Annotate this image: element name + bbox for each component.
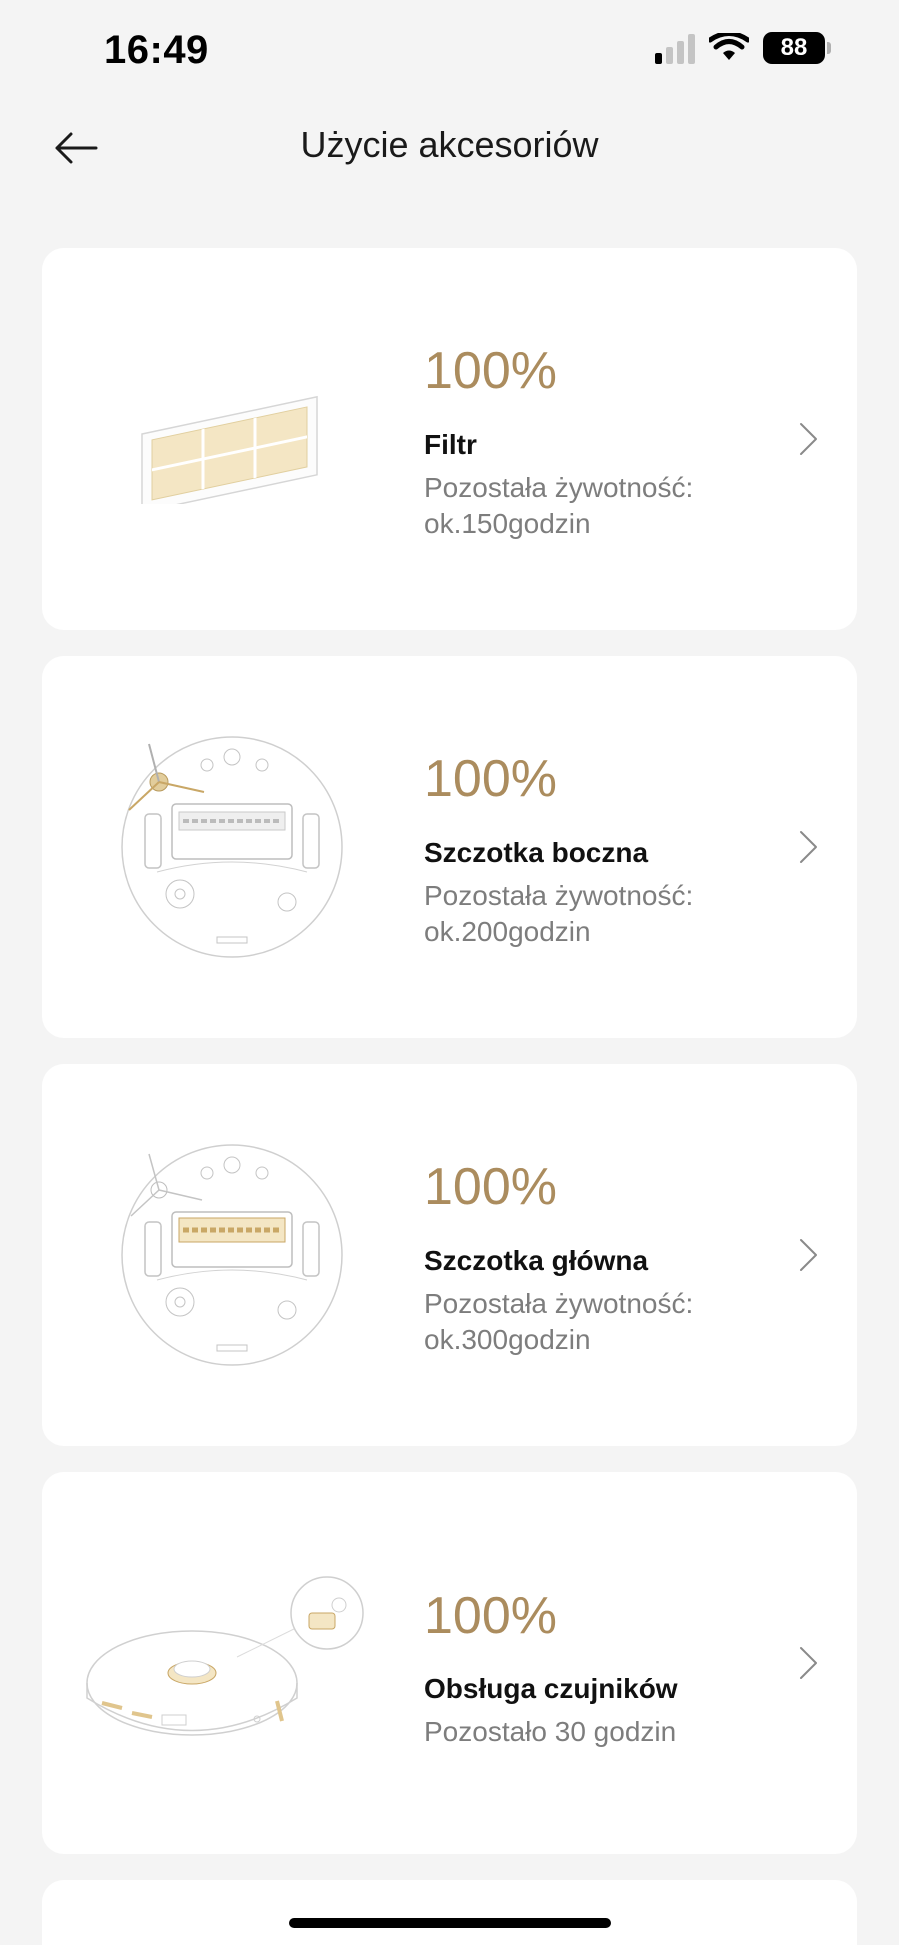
accessory-name: Filtr: [424, 429, 477, 460]
wifi-icon: [709, 33, 749, 60]
accessory-card-side-brush[interactable]: 100% Szczotka boczna Pozostała żywotność…: [42, 656, 857, 1038]
accessory-card-sensors[interactable]: 100% Obsługa czujników Pozostało 30 godz…: [42, 1472, 857, 1854]
nav-bar: Użycie akcesoriów: [0, 100, 899, 196]
accessory-name: Obsługa czujników: [424, 1673, 678, 1704]
accessory-percent: 100%: [424, 342, 557, 400]
filter-image: [82, 303, 382, 575]
accessory-remaining: Pozostała żywotność: ok.150godzin: [424, 472, 694, 539]
accessory-remaining: Pozostała żywotność: ok.300godzin: [424, 1288, 694, 1355]
chevron-right-icon: [800, 1647, 817, 1679]
accessory-card-next[interactable]: [42, 1880, 857, 1945]
status-icons: 88: [655, 32, 831, 64]
accessory-percent: 100%: [424, 1158, 557, 1216]
chevron-right-icon: [800, 423, 817, 455]
accessory-card-filter[interactable]: 100% Filtr Pozostała żywotność: ok.150go…: [42, 248, 857, 630]
accessory-remaining: Pozostało 30 godzin: [424, 1716, 677, 1747]
status-bar: 16:49 88: [0, 0, 899, 100]
robot-sensors-image: [62, 1527, 382, 1799]
robot-bottom-main-brush-image: [82, 1119, 382, 1391]
accessory-percent: 100%: [424, 1587, 557, 1645]
battery-level: 88: [763, 32, 825, 64]
accessory-percent: 100%: [424, 750, 557, 808]
accessory-remaining: Pozostała żywotność: ok.200godzin: [424, 880, 694, 947]
accessory-name: Szczotka główna: [424, 1245, 649, 1276]
cellular-signal-icon: [655, 32, 695, 64]
robot-bottom-side-brush-image: [82, 711, 382, 983]
battery-icon: 88: [763, 32, 831, 64]
accessory-card-main-brush[interactable]: 100% Szczotka główna Pozostała żywotność…: [42, 1064, 857, 1446]
accessory-name: Szczotka boczna: [424, 837, 649, 868]
status-time: 16:49: [104, 28, 209, 72]
home-indicator[interactable]: [289, 1918, 611, 1928]
chevron-right-icon: [800, 1239, 817, 1271]
chevron-right-icon: [800, 831, 817, 863]
page-title: Użycie akcesoriów: [300, 124, 599, 165]
